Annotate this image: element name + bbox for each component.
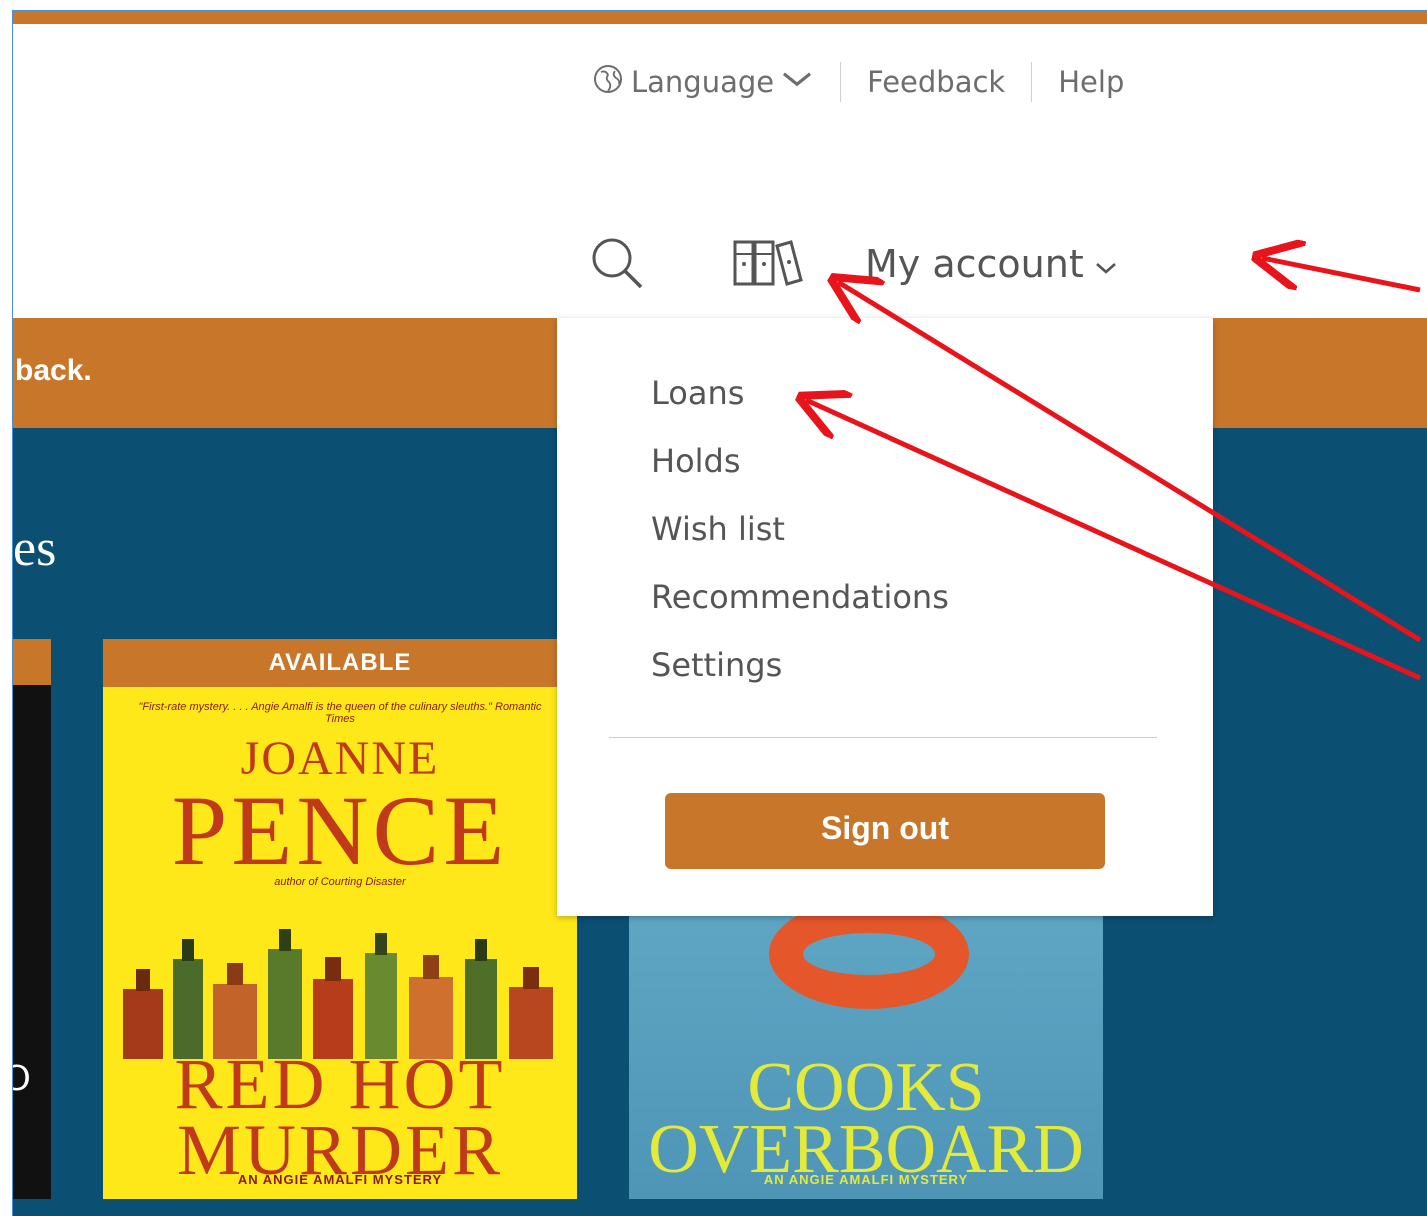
help-link[interactable]: Help: [1058, 65, 1124, 99]
cover-glyph: Ↄ: [13, 1059, 31, 1099]
chevron-down-icon: [780, 62, 814, 103]
book-cover-red-hot-murder[interactable]: AVAILABLE "First-rate mystery. . . . Ang…: [103, 639, 577, 1199]
sign-out-button[interactable]: Sign out: [665, 793, 1105, 869]
menu-item-holds[interactable]: Holds: [651, 438, 949, 506]
cover-quote: "First-rate mystery. . . . Angie Amalfi …: [138, 701, 542, 725]
account-dropdown-menu: Loans Holds Wish list Recommendations Se…: [557, 318, 1213, 916]
availability-badge: AVAILABLE: [103, 639, 577, 687]
search-icon: [585, 234, 651, 295]
cover-title-line1: RED HOT: [174, 1044, 506, 1124]
bookshelf-button[interactable]: [729, 234, 805, 294]
account-menu-list: Loans Holds Wish list Recommendations Se…: [651, 370, 949, 710]
main-nav: My account: [583, 234, 1118, 294]
browser-viewport: Language Feedback Help My account back. …: [12, 10, 1427, 1216]
bottles-illustration: [123, 929, 553, 1059]
top-accent-bar: [13, 11, 1427, 24]
language-selector[interactable]: Language: [591, 62, 814, 103]
book-cover-partial[interactable]: Ↄ: [13, 639, 51, 1199]
utility-divider: [1031, 62, 1033, 102]
cover-series: AN ANGIE AMALFI MYSTERY: [763, 1172, 969, 1187]
availability-strip: [13, 639, 51, 685]
feedback-link[interactable]: Feedback: [867, 65, 1005, 99]
cover-series: AN ANGIE AMALFI MYSTERY: [237, 1172, 443, 1187]
menu-divider: [609, 737, 1157, 738]
menu-item-recommendations[interactable]: Recommendations: [651, 574, 949, 642]
language-label: Language: [631, 65, 775, 99]
utility-nav: Language Feedback Help: [591, 62, 1124, 103]
menu-item-wish-list[interactable]: Wish list: [651, 506, 949, 574]
search-button[interactable]: [583, 234, 653, 294]
cover-title-line1: COOKS: [747, 1049, 985, 1126]
globe-icon: [591, 62, 625, 103]
site-header: Language Feedback Help My account: [13, 24, 1427, 319]
menu-item-loans[interactable]: Loans: [651, 370, 949, 438]
section-title: es: [13, 520, 57, 577]
cover-author-last: PENCE: [171, 775, 509, 886]
welcome-text: back.: [15, 354, 92, 387]
utility-divider: [840, 62, 842, 102]
bookshelf-icon: [729, 234, 805, 295]
menu-item-settings[interactable]: Settings: [651, 642, 949, 710]
my-account-toggle[interactable]: My account: [865, 242, 1118, 286]
chevron-down-icon: [1094, 242, 1118, 286]
my-account-label: My account: [865, 242, 1084, 286]
